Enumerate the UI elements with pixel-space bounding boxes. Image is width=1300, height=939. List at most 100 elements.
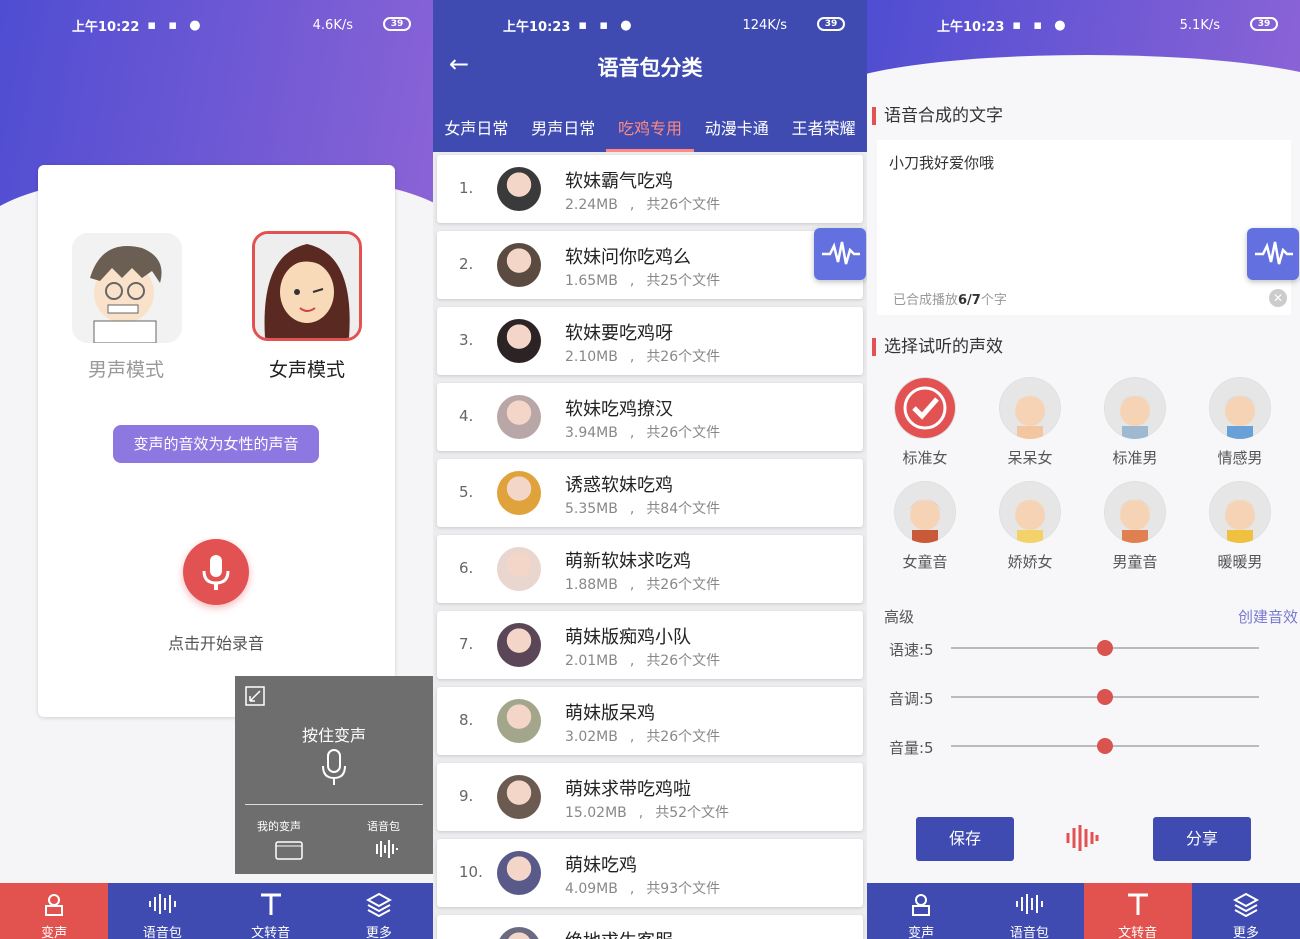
voice-option[interactable]: 情感男 xyxy=(1190,377,1290,468)
slider-knob[interactable] xyxy=(1097,689,1113,705)
folder-icon[interactable] xyxy=(275,838,303,860)
separator: , xyxy=(629,349,635,365)
nav-voice-pack[interactable]: 语音包 xyxy=(108,883,216,939)
list-item[interactable]: 5. 诱惑软妹吃鸡 5.35MB, 共84个文件 xyxy=(437,459,863,527)
voice-option[interactable]: 女童音 xyxy=(875,481,975,572)
list-item[interactable]: 2. 软妹问你吃鸡么 1.65MB, 共25个文件 xyxy=(437,231,863,299)
status-time: 上午10:22 xyxy=(72,19,140,35)
female-mode-label[interactable]: 女声模式 xyxy=(247,355,367,382)
waveform-icon xyxy=(149,894,177,914)
bottom-navigation: 变声 语音包 文转音 更多 xyxy=(867,883,1300,939)
avatar xyxy=(497,395,541,439)
nav-text-to-speech[interactable]: 文转音 xyxy=(1083,883,1192,939)
separator: , xyxy=(629,425,635,441)
slider-knob[interactable] xyxy=(1097,738,1113,754)
item-number: 5. xyxy=(459,483,474,501)
nav-label: 语音包 xyxy=(1009,926,1049,939)
item-files: 共26个文件 xyxy=(646,349,721,365)
list-item[interactable]: 9. 萌妹求带吃鸡啦 15.02MB, 共52个文件 xyxy=(437,763,863,831)
voice-avatar-icon xyxy=(1209,377,1271,439)
item-size: 1.88MB xyxy=(565,577,618,593)
microphone-outline-icon[interactable] xyxy=(319,748,349,788)
text-input[interactable]: 小刀我好爱你哦 xyxy=(889,152,994,173)
nav-label: 语音包 xyxy=(142,926,182,939)
waveform-icon[interactable] xyxy=(371,838,399,860)
nav-more[interactable]: 更多 xyxy=(1192,883,1300,939)
text-input-box[interactable]: 小刀我好爱你哦 已合成播放6/7个字 ✕ xyxy=(877,140,1291,315)
volume-slider[interactable] xyxy=(951,738,1259,754)
list-item[interactable]: 1. 软妹霸气吃鸡 2.24MB, 共26个文件 xyxy=(437,155,863,223)
voice-option[interactable]: 呆呆女 xyxy=(980,377,1080,468)
nav-label: 文转音 xyxy=(251,926,291,939)
list-item[interactable]: 4. 软妹吃鸡撩汉 3.94MB, 共26个文件 xyxy=(437,383,863,451)
network-speed: 5.1K/s xyxy=(1179,18,1220,33)
tab-male-daily[interactable]: 男声日常 xyxy=(531,108,595,152)
voice-option[interactable]: 暖暖男 xyxy=(1190,481,1290,572)
nav-label: 变声 xyxy=(908,926,935,939)
list-item[interactable]: 绝地求生客服 xyxy=(437,915,863,939)
list-item[interactable]: 3. 软妹要吃鸡呀 2.10MB, 共26个文件 xyxy=(437,307,863,375)
list-item[interactable]: 6. 萌新软妹求吃鸡 1.88MB, 共26个文件 xyxy=(437,535,863,603)
avatar xyxy=(497,243,541,287)
tab-honor-of-kings[interactable]: 王者荣耀 xyxy=(792,108,856,152)
avatar xyxy=(497,471,541,515)
notification-icons: ▪ ▪ ● xyxy=(147,17,205,33)
male-avatar[interactable] xyxy=(72,233,182,343)
record-button[interactable] xyxy=(183,539,249,605)
item-size: 2.10MB xyxy=(565,349,618,365)
separator: , xyxy=(629,197,635,213)
tab-anime[interactable]: 动漫卡通 xyxy=(705,108,769,152)
list-item[interactable]: 10. 萌妹吃鸡 4.09MB, 共93个文件 xyxy=(437,839,863,907)
separator: , xyxy=(629,273,635,289)
save-button[interactable]: 保存 xyxy=(916,817,1014,861)
collapse-icon[interactable] xyxy=(245,686,265,706)
layers-icon xyxy=(365,892,392,918)
speed-slider[interactable] xyxy=(951,640,1259,656)
voice-option[interactable]: 男童音 xyxy=(1085,481,1185,572)
item-name: 软妹霸气吃鸡 xyxy=(565,171,673,192)
tab-female-daily[interactable]: 女声日常 xyxy=(444,108,508,152)
hold-to-change-label: 按住变声 xyxy=(301,726,366,745)
voice-pack-label[interactable]: 语音包 xyxy=(367,818,400,834)
text-to-speech-screen: 上午10:23 ▪ ▪ ● 5.1K/s 39 语音合成的文字 小刀我好爱你哦 … xyxy=(867,0,1300,939)
voice-option[interactable]: 标准男 xyxy=(1085,377,1185,468)
clear-icon[interactable]: ✕ xyxy=(1269,289,1287,307)
waveform-icon xyxy=(1255,241,1293,265)
waveform-icon xyxy=(822,241,860,265)
item-files: 共84个文件 xyxy=(646,501,721,517)
voice-option[interactable]: 娇娇女 xyxy=(980,481,1080,572)
pitch-slider[interactable] xyxy=(951,689,1259,705)
tab-pubg[interactable]: 吃鸡专用 xyxy=(605,108,695,152)
nav-voice-pack[interactable]: 语音包 xyxy=(975,883,1083,939)
male-mode-label[interactable]: 男声模式 xyxy=(66,355,186,382)
effect-info-button[interactable]: 变声的音效为女性的声音 xyxy=(113,425,319,463)
floating-voice-window[interactable]: 按住变声 我的变声 语音包 xyxy=(235,676,433,874)
waveform-fab[interactable] xyxy=(1247,228,1299,280)
voice-label: 女童音 xyxy=(902,553,948,571)
network-speed: 124K/s xyxy=(742,18,788,33)
list-item[interactable]: 8. 萌妹版呆鸡 3.02MB, 共26个文件 xyxy=(437,687,863,755)
create-effect-link[interactable]: 创建音效 xyxy=(1238,606,1298,627)
slider-knob[interactable] xyxy=(1097,640,1113,656)
nav-voice-changer[interactable]: 变声 xyxy=(0,883,109,939)
nav-text-to-speech[interactable]: 文转音 xyxy=(217,883,325,939)
voice-avatar-icon xyxy=(1104,377,1166,439)
network-speed: 4.6K/s xyxy=(312,18,353,33)
item-meta: 2.24MB, 共26个文件 xyxy=(565,194,720,214)
my-voice-label[interactable]: 我的变声 xyxy=(257,818,301,834)
female-cartoon-icon xyxy=(255,234,359,338)
item-meta: 4.09MB, 共93个文件 xyxy=(565,878,720,898)
nav-voice-changer[interactable]: 变声 xyxy=(867,883,975,939)
avatar xyxy=(497,547,541,591)
nav-more[interactable]: 更多 xyxy=(325,883,433,939)
list-item[interactable]: 7. 萌妹版痴鸡小队 2.01MB, 共26个文件 xyxy=(437,611,863,679)
female-avatar[interactable] xyxy=(252,231,362,341)
avatar xyxy=(497,319,541,363)
share-button[interactable]: 分享 xyxy=(1153,817,1251,861)
record-label: 点击开始录音 xyxy=(167,634,264,653)
nav-label: 更多 xyxy=(1232,926,1259,939)
microphone-icon xyxy=(202,555,230,590)
waveform-fab[interactable] xyxy=(814,228,866,280)
voice-option[interactable]: 标准女 xyxy=(875,377,975,468)
item-meta: 1.65MB, 共25个文件 xyxy=(565,270,720,290)
